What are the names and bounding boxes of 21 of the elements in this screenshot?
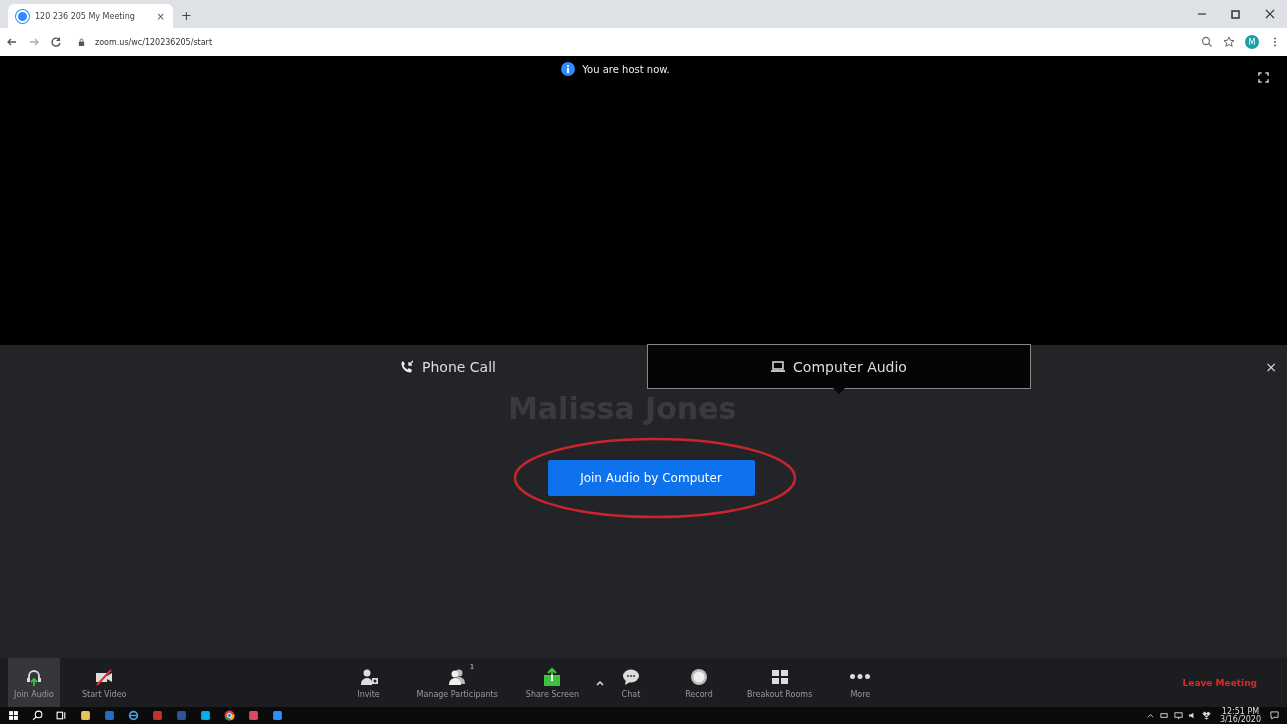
clock-date: 3/16/2020 (1219, 715, 1261, 724)
url-field[interactable]: zoom.us/wc/120236205/start (95, 37, 213, 47)
audio-tab[interactable]: Phone Call (373, 345, 647, 389)
toolbar-button[interactable]: More (834, 658, 887, 707)
notification-text: You are host now. (582, 63, 670, 75)
clock-time: 12:51 PM (1221, 707, 1260, 716)
join-audio-button[interactable]: Join Audio by Computer (547, 460, 755, 496)
toolbar-button[interactable]: Start Video (76, 658, 133, 707)
toolbar-button[interactable]: Invite (342, 658, 395, 707)
toolbar-button[interactable]: Breakout Rooms (740, 658, 819, 707)
toolbar-button[interactable]: Record (672, 658, 725, 707)
new-tab-button[interactable]: + (181, 8, 192, 23)
tab-title: 120 236 205 My Meeting (35, 11, 136, 21)
profile-avatar[interactable]: M (1245, 35, 1259, 49)
toolbar-button[interactable]: Chat (604, 658, 657, 707)
leave-meeting-button[interactable]: Leave Meeting (1182, 658, 1287, 707)
toolbar-button[interactable]: Share Screen (519, 658, 585, 707)
close-tab-button[interactable]: × (156, 10, 165, 22)
browser-tab[interactable]: 120 236 205 My Meeting × (8, 4, 173, 28)
toolbar-button[interactable]: Join Audio (8, 658, 60, 707)
close-button[interactable]: × (1256, 345, 1286, 389)
